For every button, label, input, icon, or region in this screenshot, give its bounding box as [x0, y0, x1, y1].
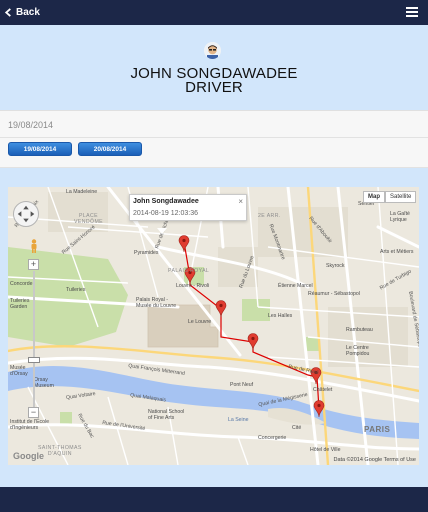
map-label: La Madeleine — [66, 189, 98, 195]
map-label: PLACE VENDÔME — [74, 213, 104, 225]
person-icon — [204, 42, 221, 59]
route-marker[interactable] — [215, 300, 227, 318]
street-view-pegman-icon[interactable] — [29, 239, 39, 253]
route-marker[interactable] — [178, 235, 190, 253]
date-filter-panel: 19/08/2014 19/08/2014 20/08/2014 — [0, 110, 428, 168]
map-terms[interactable]: Data ©2014 Google Terms of Use — [333, 457, 416, 463]
map-label: Le Centre Pompidou — [346, 345, 370, 357]
zoom-slider-thumb[interactable] — [28, 357, 40, 363]
map-label: Rambuteau — [346, 327, 373, 333]
info-driver-name: John Songdawadee — [133, 198, 199, 205]
map-label: PARIS — [364, 425, 391, 434]
map-label: Concorde — [10, 281, 33, 287]
from-date-button[interactable]: 19/08/2014 — [8, 142, 72, 156]
driver-role: DRIVER — [185, 79, 243, 96]
back-label: Back — [16, 7, 40, 18]
map-label: Les Halles — [268, 313, 293, 319]
top-bar: Back — [0, 0, 428, 25]
map-label: Hôtel de Ville — [310, 447, 341, 453]
zoom-slider-track[interactable] — [33, 271, 35, 407]
map-label: Skyrock — [326, 263, 345, 269]
map-label: Le Louvre — [188, 319, 212, 325]
pan-arrows-icon — [17, 205, 35, 223]
map-label: Étienne Marcel — [278, 283, 313, 289]
map-label: Arts et Métiers — [380, 249, 414, 255]
bottom-bar — [0, 487, 428, 512]
map-view-toggle[interactable]: Map — [363, 191, 385, 203]
map-label: SAINT-THOMAS D'AQUIN — [38, 445, 82, 457]
map-label: La Gaîté Lyrique — [390, 211, 410, 223]
map-base — [8, 187, 419, 465]
back-button[interactable]: Back — [4, 4, 40, 21]
map-label: Pyramides — [134, 250, 159, 256]
driver-profile-header: JOHN SONGDAWADEE DRIVER — [0, 25, 428, 110]
selected-date: 19/08/2014 — [8, 120, 54, 130]
map-label: Louvre - Rivoli — [176, 283, 210, 289]
google-logo: Google — [13, 451, 44, 461]
map-label: Musée d'Orsay — [10, 365, 28, 377]
zoom-in-button[interactable]: + — [28, 259, 39, 270]
map-label: Orsay Museum — [34, 377, 54, 389]
divider — [0, 137, 428, 138]
map-label: La Seine — [228, 417, 249, 423]
map-label: Palais Royal - Musée du Louvre — [136, 297, 177, 309]
route-map[interactable]: La Madeleine PLACE VENDÔME 2E ARR. PALAI… — [8, 187, 419, 465]
map-label: Cité — [292, 425, 302, 431]
map-label: National School of Fine Arts — [148, 409, 185, 421]
list-menu-icon[interactable] — [406, 7, 418, 18]
zoom-out-button[interactable]: − — [28, 407, 39, 418]
close-icon[interactable]: × — [238, 197, 243, 206]
route-marker[interactable] — [247, 333, 259, 351]
map-label: Concergerie — [258, 435, 287, 441]
map-label: Châtelet — [313, 387, 333, 393]
map-label: PALAIS ROYAL — [168, 268, 210, 274]
map-label: 2E ARR. — [258, 213, 281, 219]
info-window-pointer — [157, 228, 167, 234]
marker-info-window: John Songdawadee 2014-08-19 12:03:36 × — [129, 194, 247, 234]
map-label: Réaumur - Sébastopol — [308, 291, 360, 297]
route-marker[interactable] — [313, 400, 325, 418]
map-panel: La Madeleine PLACE VENDÔME 2E ARR. PALAI… — [0, 168, 428, 487]
satellite-view-toggle[interactable]: Satellite — [385, 191, 417, 203]
driver-avatar — [204, 42, 221, 59]
map-label: Tuileries Garden — [10, 298, 30, 310]
chevron-left-icon — [4, 8, 11, 17]
pan-control[interactable] — [13, 201, 39, 227]
info-timestamp: 2014-08-19 12:03:36 — [133, 210, 198, 217]
map-label: Pont Neuf — [230, 382, 254, 388]
map-label: Institut de l'École d'Ingénieurs — [10, 419, 50, 431]
map-label: Tuileries — [66, 287, 86, 293]
to-date-button[interactable]: 20/08/2014 — [78, 142, 142, 156]
